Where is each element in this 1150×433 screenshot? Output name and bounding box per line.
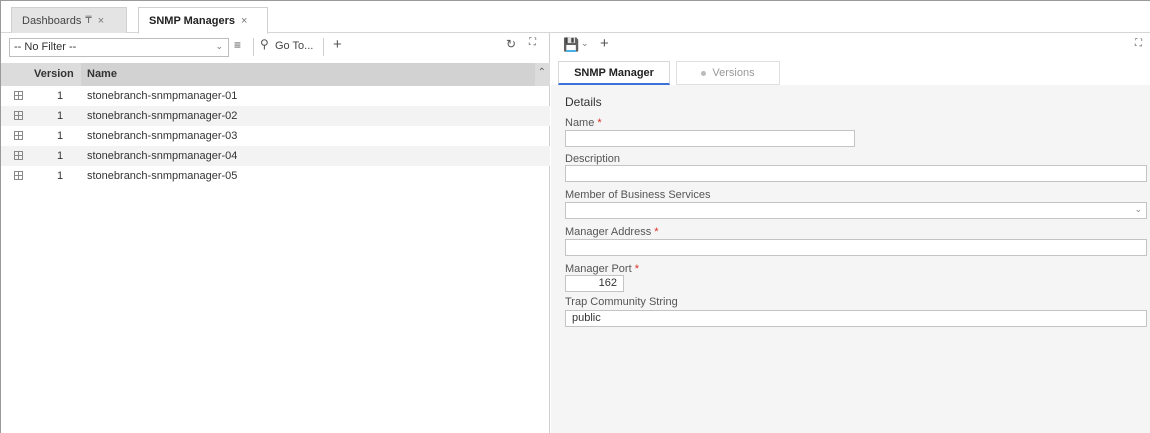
business-services-select[interactable]: ⌄ <box>565 202 1147 219</box>
record-icon <box>14 151 23 160</box>
tab-versions-label: Versions <box>712 67 755 79</box>
toolbar-divider <box>323 38 324 56</box>
manager-port-field[interactable]: 162 <box>565 275 624 292</box>
manager-port-label: Manager Port * <box>565 263 639 275</box>
table-row[interactable]: 1 stonebranch-snmpmanager-04 <box>1 146 550 166</box>
chevron-up-icon[interactable]: ⌃ <box>538 67 546 78</box>
tab-dashboards-label: Dashboards <box>22 14 82 27</box>
tab-snmp-manager-label: SNMP Manager <box>574 66 654 79</box>
filter-select[interactable]: -- No Filter -- ⌄ <box>9 38 229 57</box>
tab-snmp-managers[interactable]: SNMP Managers × <box>138 7 268 34</box>
add-icon[interactable]: + <box>600 35 609 52</box>
column-header-name-label: Name <box>87 68 117 80</box>
tab-dashboards[interactable]: Dashboards ₸ × <box>11 7 127 33</box>
table-row[interactable]: 1 stonebranch-snmpmanager-05 <box>1 166 550 186</box>
row-name: stonebranch-snmpmanager-02 <box>87 110 238 122</box>
details-pane: 💾 ⌄ + ⛶ SNMP Manager Versions Details Na… <box>551 33 1150 433</box>
toolbar-divider <box>253 38 254 56</box>
description-label: Description <box>565 153 621 165</box>
details-toolbar: 💾 ⌄ + ⛶ <box>551 33 1150 59</box>
save-icon[interactable]: 💾 <box>563 37 579 53</box>
filter-value: -- No Filter -- <box>14 41 77 53</box>
section-title: Details <box>565 95 602 109</box>
row-version: 1 <box>57 130 64 142</box>
status-dot-icon <box>701 70 707 76</box>
business-services-label: Member of Business Services <box>565 189 711 201</box>
description-field[interactable] <box>565 165 1147 182</box>
record-icon <box>14 131 23 140</box>
goto-button[interactable]: Go To... <box>275 40 313 52</box>
name-label: Name * <box>565 117 602 129</box>
column-header-version[interactable]: Version <box>34 68 74 80</box>
row-version: 1 <box>57 150 64 162</box>
row-name: stonebranch-snmpmanager-01 <box>87 90 238 102</box>
table-row[interactable]: 1 stonebranch-snmpmanager-03 <box>1 126 550 146</box>
record-icon <box>14 171 23 180</box>
manager-address-field[interactable] <box>565 239 1147 256</box>
chevron-down-icon: ⌄ <box>1134 204 1142 214</box>
close-icon[interactable]: × <box>241 15 247 27</box>
detail-tabs: SNMP Manager Versions <box>551 59 1150 85</box>
refresh-icon[interactable]: ↻ <box>506 37 516 51</box>
close-icon[interactable]: × <box>98 15 104 27</box>
list-toolbar: -- No Filter -- ⌄ ≡ ⚲ Go To... + ↻ ⛶ <box>1 33 550 61</box>
add-icon[interactable]: + <box>333 36 342 53</box>
details-form: Details Name * Description Member of Bus… <box>551 85 1150 433</box>
filter-lines-icon[interactable]: ≡ <box>234 38 241 52</box>
maximize-icon[interactable]: ⛶ <box>1135 38 1142 49</box>
list-pane: -- No Filter -- ⌄ ≡ ⚲ Go To... + ↻ ⛶ Ver… <box>1 33 550 433</box>
trap-community-field[interactable]: public <box>565 310 1147 327</box>
row-name: stonebranch-snmpmanager-03 <box>87 130 238 142</box>
grid-header: Version Name ⌃ <box>1 63 550 86</box>
row-version: 1 <box>57 110 64 122</box>
table-row[interactable]: 1 stonebranch-snmpmanager-02 <box>1 106 550 126</box>
record-icon <box>14 91 23 100</box>
record-icon <box>14 111 23 120</box>
row-name: stonebranch-snmpmanager-05 <box>87 170 238 182</box>
manager-address-label: Manager Address * <box>565 226 659 238</box>
row-version: 1 <box>57 90 64 102</box>
tab-snmp-managers-label: SNMP Managers <box>149 14 235 27</box>
search-icon[interactable]: ⚲ <box>260 37 269 51</box>
maximize-icon[interactable]: ⛶ <box>529 37 536 48</box>
trap-community-label: Trap Community String <box>565 296 678 308</box>
row-version: 1 <box>57 170 64 182</box>
table-row[interactable]: 1 stonebranch-snmpmanager-01 <box>1 86 550 106</box>
tab-snmp-manager[interactable]: SNMP Manager <box>558 61 670 85</box>
grid-rows: 1 stonebranch-snmpmanager-01 1 stonebran… <box>1 86 550 186</box>
chevron-down-icon[interactable]: ⌄ <box>581 38 589 49</box>
row-name: stonebranch-snmpmanager-04 <box>87 150 238 162</box>
pin-icon[interactable]: ₸ <box>85 15 91 26</box>
name-field[interactable] <box>565 130 855 147</box>
column-header-name[interactable]: Name <box>81 63 535 86</box>
tab-versions[interactable]: Versions <box>676 61 780 85</box>
chevron-down-icon: ⌄ <box>215 41 223 51</box>
document-tab-strip: Dashboards ₸ × SNMP Managers × <box>1 1 1150 34</box>
